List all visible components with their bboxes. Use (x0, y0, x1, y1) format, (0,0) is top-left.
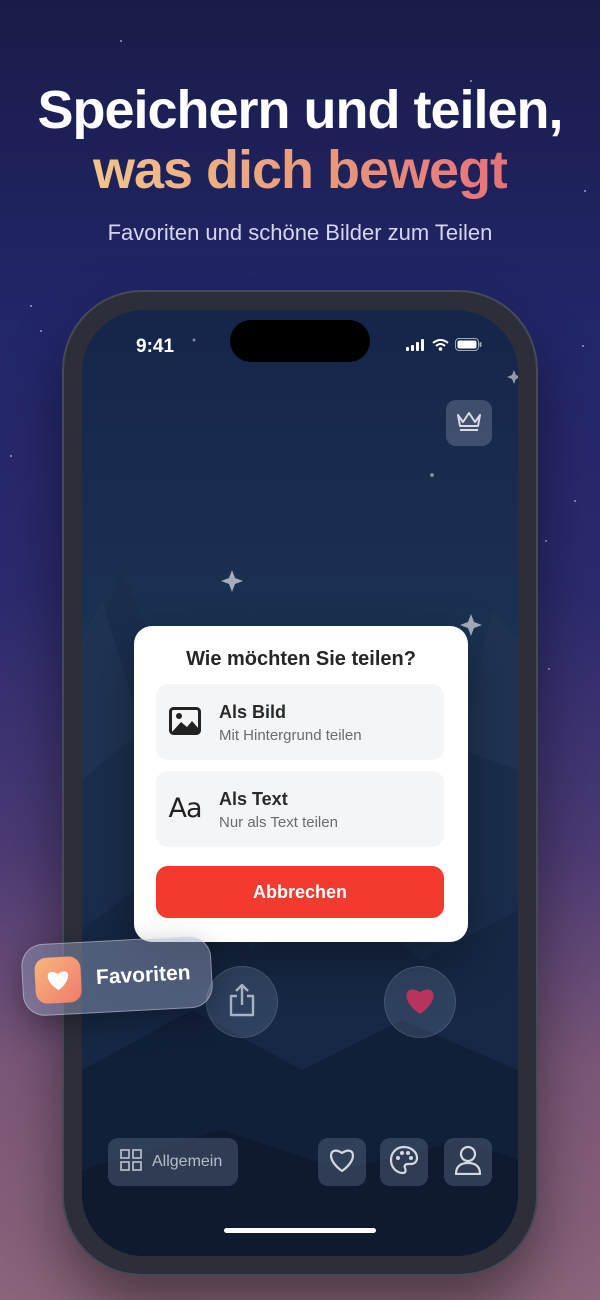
share-button[interactable] (206, 966, 278, 1038)
image-icon (168, 704, 202, 738)
share-dialog: Wie möchten Sie teilen? Als Bild Mit Hin… (134, 626, 468, 942)
grid-icon (120, 1148, 142, 1176)
category-button[interactable]: Allgemein (108, 1138, 238, 1186)
heart-outline-icon (327, 1147, 357, 1178)
headline: Speichern und teilen, was dich bewegt (0, 80, 600, 200)
favorite-button[interactable] (384, 966, 456, 1038)
phone-frame: 9:41 Wie möchten Sie teilen? Als Bild Mi… (64, 292, 536, 1274)
signal-icon (406, 338, 426, 356)
home-indicator[interactable] (224, 1228, 376, 1233)
palette-icon (389, 1145, 419, 1180)
heart-icon (403, 985, 437, 1020)
status-time: 9:41 (136, 336, 175, 357)
heart-icon (33, 955, 83, 1005)
category-label: Allgemein (152, 1153, 223, 1170)
favorites-tab-button[interactable] (318, 1138, 366, 1186)
option-subtitle: Mit Hintergrund teilen (219, 727, 362, 744)
option-title: Als Text (219, 789, 288, 809)
subtitle: Favoriten und schöne Bilder zum Teilen (107, 220, 493, 245)
option-title: Als Bild (219, 702, 287, 722)
premium-button[interactable] (446, 400, 492, 446)
headline-line-2: was dich bewegt (92, 140, 508, 200)
crown-icon (456, 410, 482, 437)
share-icon (227, 983, 257, 1022)
share-as-image-option[interactable]: Als Bild Mit Hintergrund teilen (156, 684, 444, 760)
favorites-label: Favoriten (95, 961, 192, 990)
cancel-button[interactable]: Abbrechen (156, 866, 444, 918)
bottom-toolbar: Allgemein (82, 1138, 518, 1188)
profile-icon (454, 1145, 482, 1180)
wifi-icon (432, 338, 449, 356)
battery-icon (455, 338, 482, 356)
headline-line-1: Speichern und teilen, (37, 80, 563, 140)
option-subtitle: Nur als Text teilen (219, 814, 338, 831)
dynamic-island (230, 320, 370, 362)
share-as-text-option[interactable]: Aa Als Text Nur als Text teilen (156, 771, 444, 847)
text-icon: Aa (168, 792, 202, 824)
status-bar: 9:41 (82, 320, 518, 364)
status-icons (406, 338, 482, 356)
theme-button[interactable] (380, 1138, 428, 1186)
phone-screen: 9:41 Wie möchten Sie teilen? Als Bild Mi… (82, 310, 518, 1256)
dialog-title: Wie möchten Sie teilen? (186, 648, 416, 670)
profile-button[interactable] (444, 1138, 492, 1186)
favorites-chip: Favoriten (20, 935, 214, 1017)
